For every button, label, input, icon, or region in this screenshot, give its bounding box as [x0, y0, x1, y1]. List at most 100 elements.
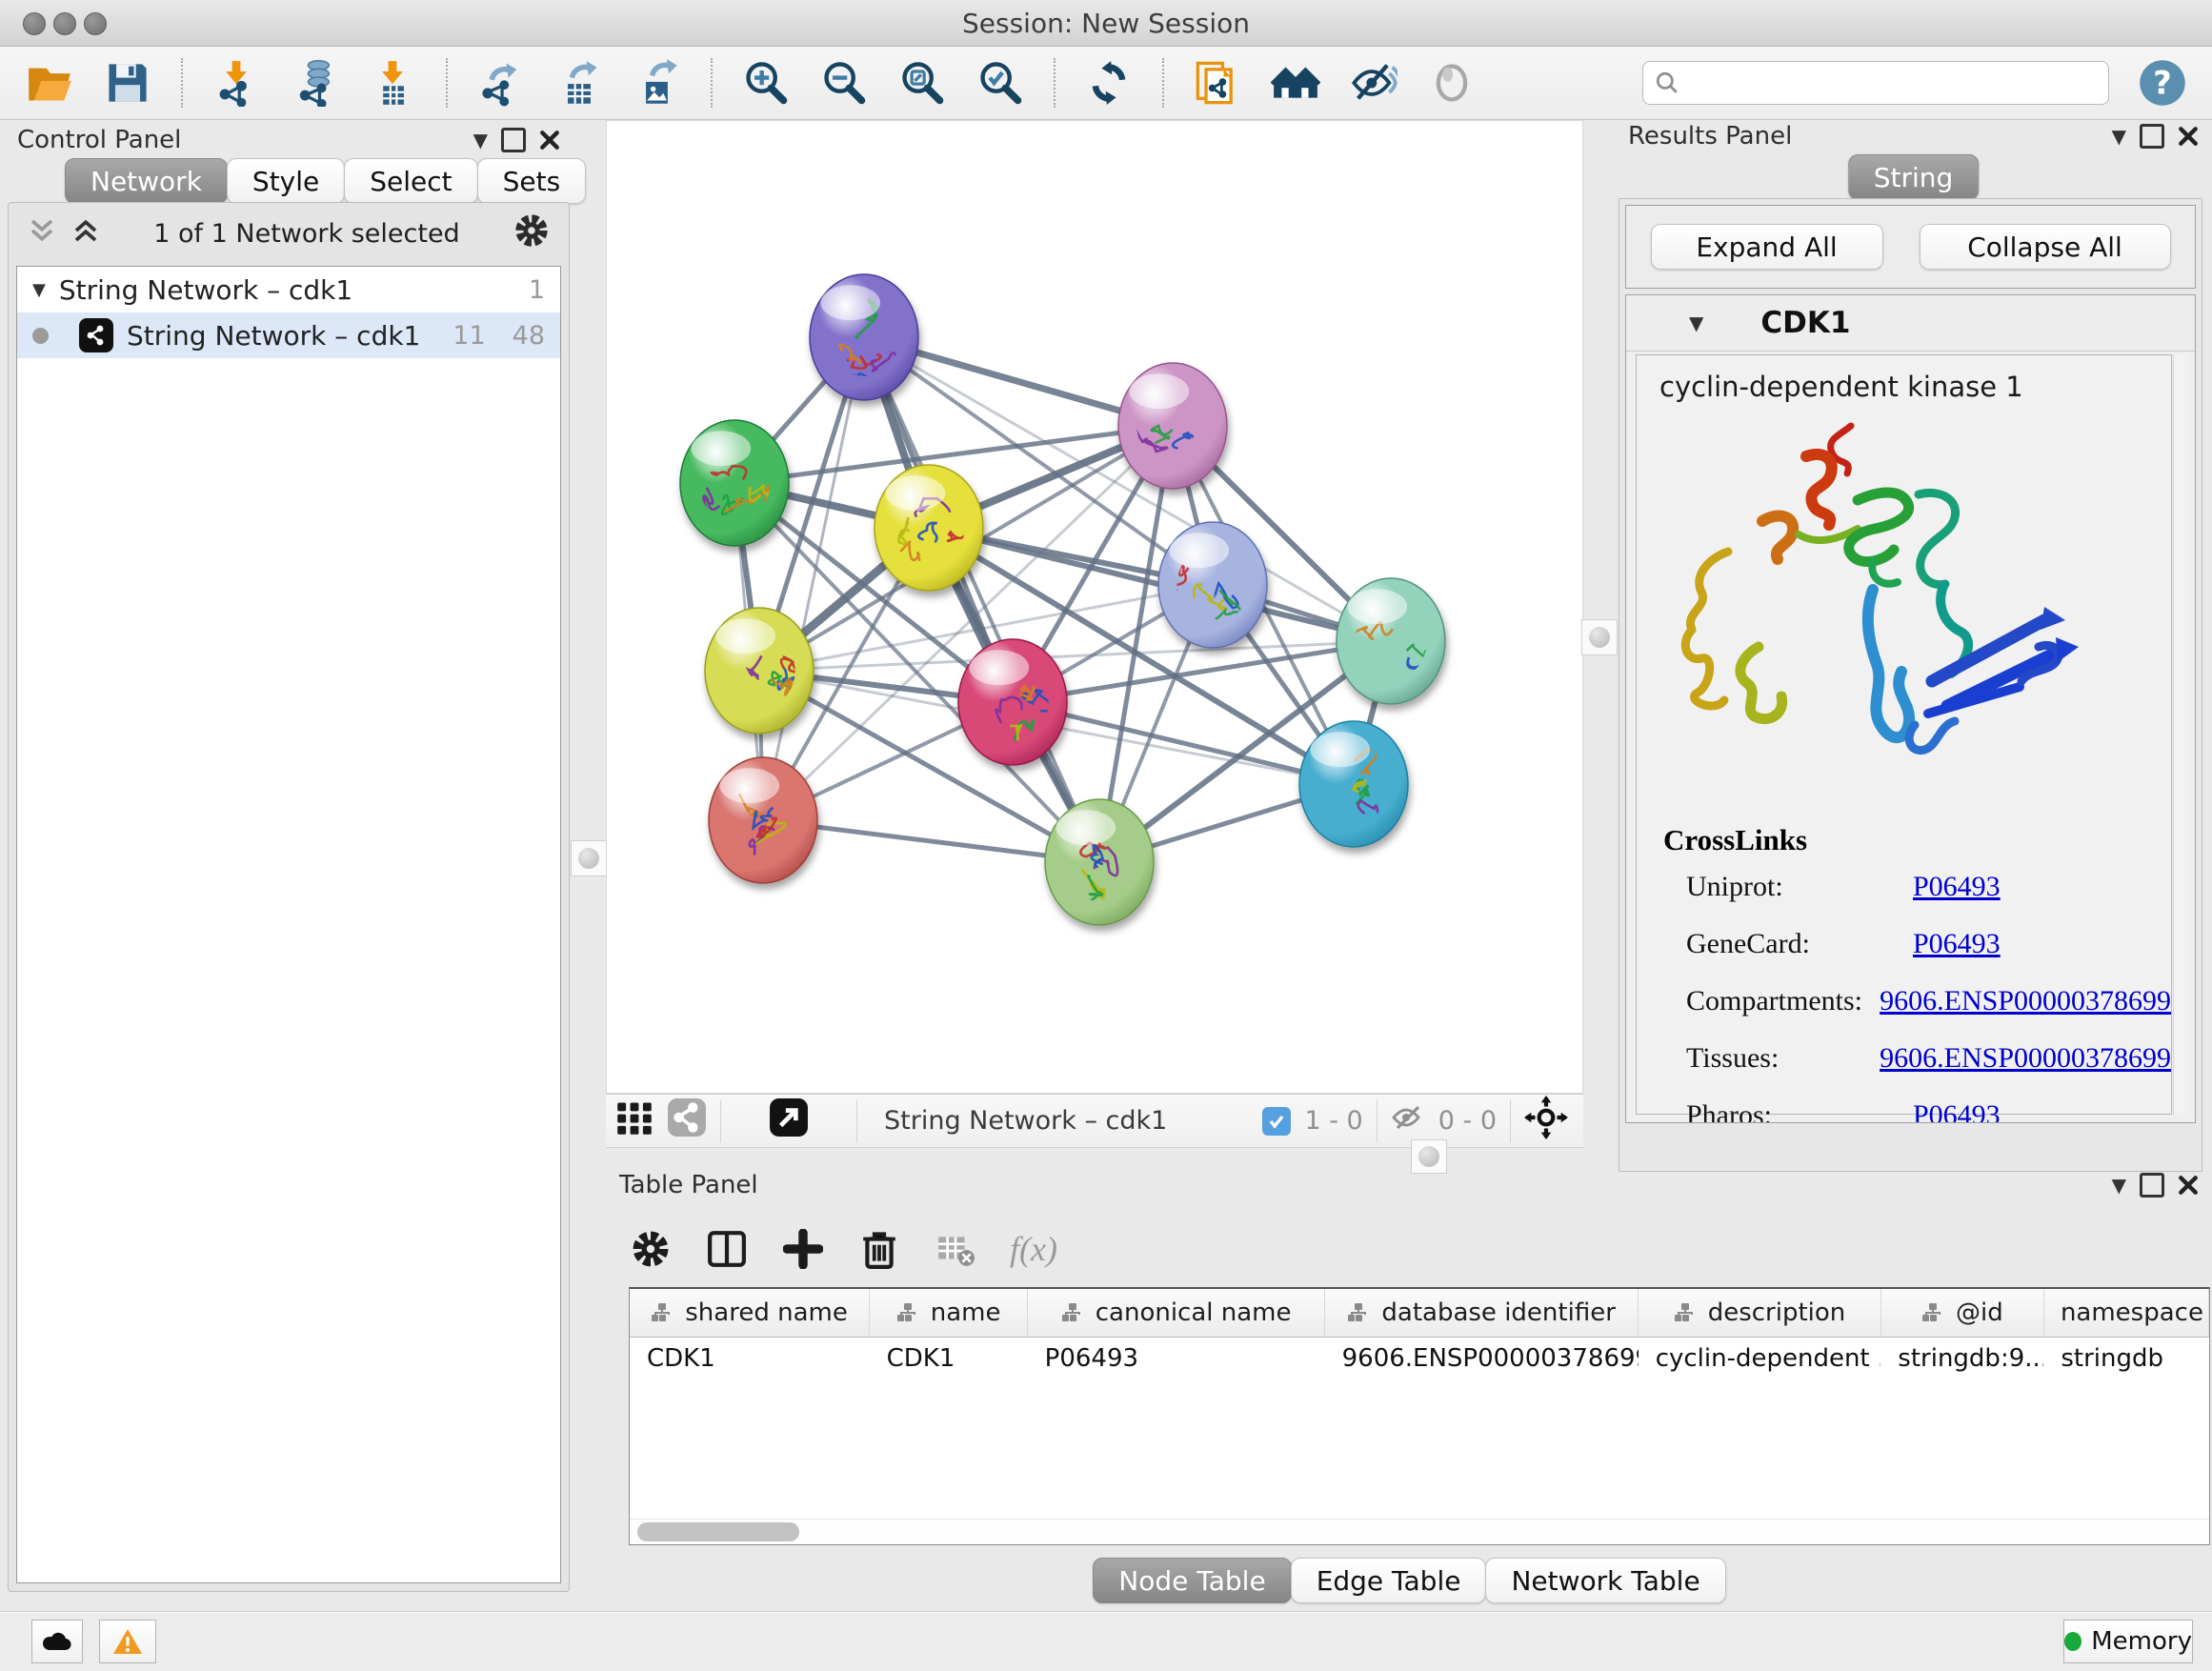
- expand-all-button[interactable]: Expand All: [1651, 224, 1883, 270]
- warning-button[interactable]: [99, 1620, 156, 1663]
- import-network-icon[interactable]: [211, 58, 261, 108]
- table-options-gear-icon[interactable]: [629, 1227, 673, 1271]
- crosslink-link[interactable]: P06493: [1913, 1099, 2001, 1123]
- network-node-RB1[interactable]: RB1: [1337, 578, 1449, 704]
- network-canvas[interactable]: CCNB2 CCNA1 CDC25B CDK1 CDC6 RB1 CCNB1 CCNA2 CDK…: [606, 120, 1583, 1094]
- column-header-canonical-name[interactable]: canonical name: [1028, 1289, 1325, 1338]
- column-header-shared-name[interactable]: shared name: [630, 1289, 870, 1338]
- control-panel-close-icon[interactable]: [539, 130, 560, 151]
- table-row[interactable]: CDK1CDK1P064939606.ENSP00000378699cyclin…: [630, 1338, 2209, 1380]
- cloud-button[interactable]: [31, 1620, 83, 1663]
- crosslink-link[interactable]: P06493: [1913, 871, 2001, 903]
- network-node-CCNA2[interactable]: CCNA2: [958, 639, 1067, 765]
- delete-column-icon[interactable]: [857, 1227, 901, 1271]
- gene-disclosure-icon[interactable]: ▼: [1689, 312, 1703, 334]
- horizontal-splitter[interactable]: [606, 1149, 1583, 1165]
- network-node-CCNB2[interactable]: CCNB2: [810, 274, 918, 400]
- column-header-name[interactable]: name: [870, 1289, 1028, 1338]
- global-search-field[interactable]: [1642, 61, 2109, 105]
- tab-style[interactable]: Style: [227, 158, 345, 204]
- collapse-all-button[interactable]: Collapse All: [1920, 224, 2171, 270]
- network-node-CDC6[interactable]: CDC6: [1158, 522, 1267, 648]
- create-column-icon[interactable]: [781, 1227, 825, 1271]
- expand-all-networks-icon[interactable]: [71, 216, 100, 252]
- tab-string[interactable]: String: [1848, 154, 1980, 200]
- export-table-icon[interactable]: [554, 58, 604, 108]
- import-table-icon[interactable]: [368, 58, 417, 108]
- results-panel-close-icon[interactable]: [2178, 126, 2199, 147]
- homes-icon[interactable]: [1271, 58, 1320, 108]
- export-image-icon[interactable]: [633, 58, 682, 108]
- right-splitter-handle[interactable]: [1581, 619, 1618, 655]
- zoom-in-icon[interactable]: [741, 58, 791, 108]
- left-splitter[interactable]: [570, 120, 606, 1612]
- memory-button[interactable]: Memory: [2063, 1620, 2193, 1663]
- fit-selected-crosshair-icon[interactable]: [1524, 1096, 1568, 1146]
- control-panel-collapse-icon[interactable]: ▼: [473, 129, 488, 151]
- zoom-out-icon[interactable]: [819, 58, 869, 108]
- network-edge-CCNB2-CCNE1[interactable]: [864, 337, 1099, 862]
- delete-table-icon[interactable]: [934, 1227, 977, 1271]
- tab-node-table[interactable]: Node Table: [1093, 1558, 1291, 1603]
- network-options-gear-icon[interactable]: [513, 212, 550, 255]
- table-cell[interactable]: CDK1: [870, 1338, 1028, 1380]
- grid-view-icon[interactable]: [615, 1098, 654, 1143]
- string-view-icon[interactable]: [667, 1097, 707, 1144]
- tab-network[interactable]: Network: [65, 158, 228, 204]
- table-cell[interactable]: stringdb:9...: [1880, 1338, 2043, 1380]
- results-panel-float-icon[interactable]: [2140, 124, 2164, 149]
- table-panel-close-icon[interactable]: [2178, 1175, 2199, 1196]
- table-cell[interactable]: P06493: [1028, 1338, 1325, 1380]
- collapse-all-networks-icon[interactable]: [28, 216, 56, 252]
- network-row[interactable]: String Network – cdk1 11 48: [17, 312, 560, 358]
- hide-panel-eye-icon[interactable]: [1349, 58, 1398, 108]
- tab-network-table[interactable]: Network Table: [1485, 1558, 1725, 1603]
- birdseye-view-icon[interactable]: [769, 1097, 809, 1144]
- network-node-HIST1H1A[interactable]: HIST1H1A: [709, 757, 817, 883]
- right-splitter[interactable]: [1583, 120, 1615, 1165]
- import-database-icon[interactable]: [290, 58, 339, 108]
- table-cell[interactable]: cyclin-dependent ...: [1639, 1338, 1881, 1380]
- crosslink-link[interactable]: 9606.ENSP00000378699: [1880, 985, 2171, 1017]
- table-hscrollbar-thumb[interactable]: [637, 1522, 799, 1541]
- left-splitter-handle[interactable]: [571, 840, 607, 876]
- hidden-items-eye-icon[interactable]: [1391, 1100, 1425, 1141]
- network-node-CCNB1[interactable]: CCNB1: [705, 608, 814, 734]
- tab-edge-table[interactable]: Edge Table: [1291, 1558, 1487, 1603]
- collection-disclosure-icon[interactable]: ▼: [32, 280, 46, 300]
- table-cell[interactable]: 9606.ENSP00000378699: [1325, 1338, 1639, 1380]
- network-node-CCNE1[interactable]: CCNE1: [1045, 799, 1154, 925]
- table-panel-float-icon[interactable]: [2140, 1173, 2164, 1198]
- table-panel-collapse-icon[interactable]: ▼: [2112, 1174, 2126, 1197]
- search-input[interactable]: [1687, 68, 2097, 98]
- network-node-CDK1[interactable]: CDK1: [875, 465, 983, 591]
- network-node-CCNA1[interactable]: CCNA1: [1118, 363, 1227, 489]
- column-header-namespace[interactable]: namespace: [2043, 1289, 2208, 1338]
- export-network-icon[interactable]: [476, 58, 526, 108]
- network-node-CDC25B[interactable]: CDC25B: [680, 420, 789, 546]
- table-horizontal-scrollbar[interactable]: [630, 1519, 2209, 1544]
- open-session-icon[interactable]: [25, 58, 74, 108]
- table-cell[interactable]: stringdb: [2043, 1338, 2208, 1380]
- network-edge-CCNB2-HIST1H1A[interactable]: [763, 337, 864, 820]
- save-session-icon[interactable]: [103, 58, 152, 108]
- results-vertical-scrollbar[interactable]: [2173, 354, 2187, 1115]
- network-collection-row[interactable]: ▼ String Network – cdk1 1: [17, 267, 560, 312]
- column-header-database-identifier[interactable]: database identifier: [1325, 1289, 1639, 1338]
- results-panel-collapse-icon[interactable]: ▼: [2112, 125, 2126, 148]
- function-builder-icon[interactable]: f(x): [1010, 1229, 1057, 1269]
- show-panel-eye-icon[interactable]: [1427, 58, 1477, 108]
- column-header-description[interactable]: description: [1639, 1289, 1881, 1338]
- crosslink-link[interactable]: 9606.ENSP00000378699: [1880, 1042, 2171, 1075]
- gene-section-header[interactable]: ▼ CDK1: [1626, 295, 2195, 352]
- refresh-icon[interactable]: [1084, 58, 1134, 108]
- zoom-selected-icon[interactable]: [975, 58, 1025, 108]
- control-panel-float-icon[interactable]: [501, 128, 526, 152]
- column-header--id[interactable]: @id: [1880, 1289, 2043, 1338]
- zoom-fit-icon[interactable]: [897, 58, 947, 108]
- crosslink-link[interactable]: P06493: [1913, 928, 2001, 960]
- show-columns-icon[interactable]: [705, 1227, 749, 1271]
- tab-select[interactable]: Select: [344, 158, 477, 204]
- network-node-CDKN1A[interactable]: CDKN1A: [1299, 721, 1408, 847]
- table-cell[interactable]: CDK1: [630, 1338, 870, 1380]
